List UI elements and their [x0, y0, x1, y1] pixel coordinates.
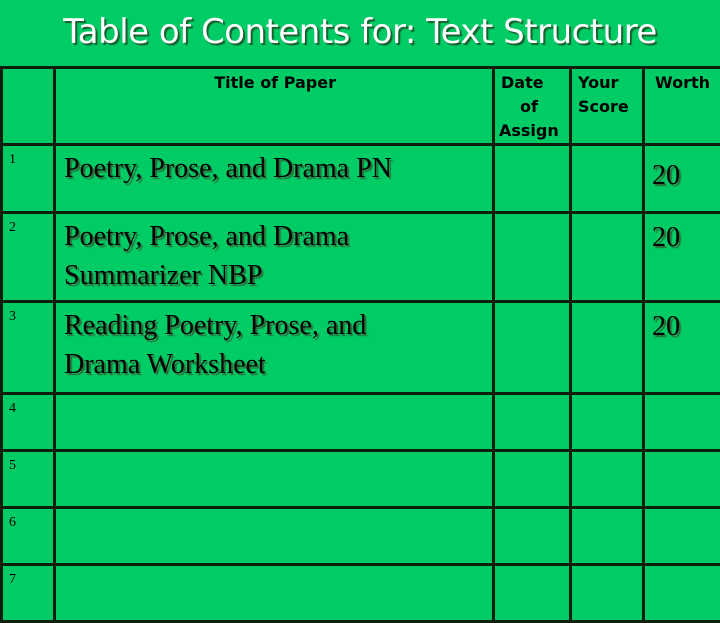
score-cell[interactable]: [571, 213, 644, 302]
header-worth: Worth: [644, 68, 720, 145]
score-cell[interactable]: [571, 565, 644, 622]
score-cell[interactable]: [571, 145, 644, 213]
date-cell[interactable]: [494, 145, 571, 213]
contents-table: Title of Paper Date of Assign Your Score…: [0, 66, 720, 623]
score-cell[interactable]: [571, 394, 644, 451]
page-title: Table of Contents for: Text Structure: [0, 12, 720, 52]
paper-title-cell[interactable]: [55, 508, 494, 565]
row-number: 2: [2, 213, 55, 302]
worth-cell: [644, 508, 720, 565]
header-date-line2: of: [495, 95, 569, 119]
row-number: 1: [2, 145, 55, 213]
worth-cell: 20: [644, 145, 720, 213]
paper-title-cell[interactable]: Poetry, Prose, and Drama PN: [55, 145, 494, 213]
table-row: 3 Reading Poetry, Prose, and Drama Works…: [2, 302, 720, 394]
date-cell[interactable]: [494, 394, 571, 451]
paper-title-cell[interactable]: [55, 451, 494, 508]
worth-cell: 20: [644, 302, 720, 394]
header-title: Title of Paper: [55, 68, 494, 145]
header-date-line3: Assign: [495, 119, 569, 143]
row-number: 7: [2, 565, 55, 622]
row-number: 6: [2, 508, 55, 565]
score-cell[interactable]: [571, 508, 644, 565]
date-cell[interactable]: [494, 565, 571, 622]
header-date: Date of Assign: [494, 68, 571, 145]
header-row: Title of Paper Date of Assign Your Score…: [2, 68, 720, 145]
row-number: 3: [2, 302, 55, 394]
header-number: [2, 68, 55, 145]
date-cell[interactable]: [494, 451, 571, 508]
paper-title-cell[interactable]: [55, 394, 494, 451]
worth-cell: [644, 451, 720, 508]
header-score: Your Score: [571, 68, 644, 145]
header-score-line2: Score: [578, 95, 642, 119]
table-row: 6: [2, 508, 720, 565]
header-date-line1: Date: [495, 71, 569, 95]
score-cell[interactable]: [571, 302, 644, 394]
table-row: 1 Poetry, Prose, and Drama PN 20: [2, 145, 720, 213]
table-row: 4: [2, 394, 720, 451]
table-row: 7: [2, 565, 720, 622]
header-score-line1: Your: [578, 71, 642, 95]
worth-cell: [644, 565, 720, 622]
score-cell[interactable]: [571, 451, 644, 508]
table-row: 2 Poetry, Prose, and Drama Summarizer NB…: [2, 213, 720, 302]
row-number: 5: [2, 451, 55, 508]
worth-cell: 20: [644, 213, 720, 302]
paper-title-cell[interactable]: Poetry, Prose, and Drama Summarizer NBP: [55, 213, 494, 302]
date-cell[interactable]: [494, 213, 571, 302]
date-cell[interactable]: [494, 302, 571, 394]
worth-cell: [644, 394, 720, 451]
date-cell[interactable]: [494, 508, 571, 565]
row-number: 4: [2, 394, 55, 451]
paper-title-cell[interactable]: Reading Poetry, Prose, and Drama Workshe…: [55, 302, 494, 394]
paper-title-cell[interactable]: [55, 565, 494, 622]
table-row: 5: [2, 451, 720, 508]
